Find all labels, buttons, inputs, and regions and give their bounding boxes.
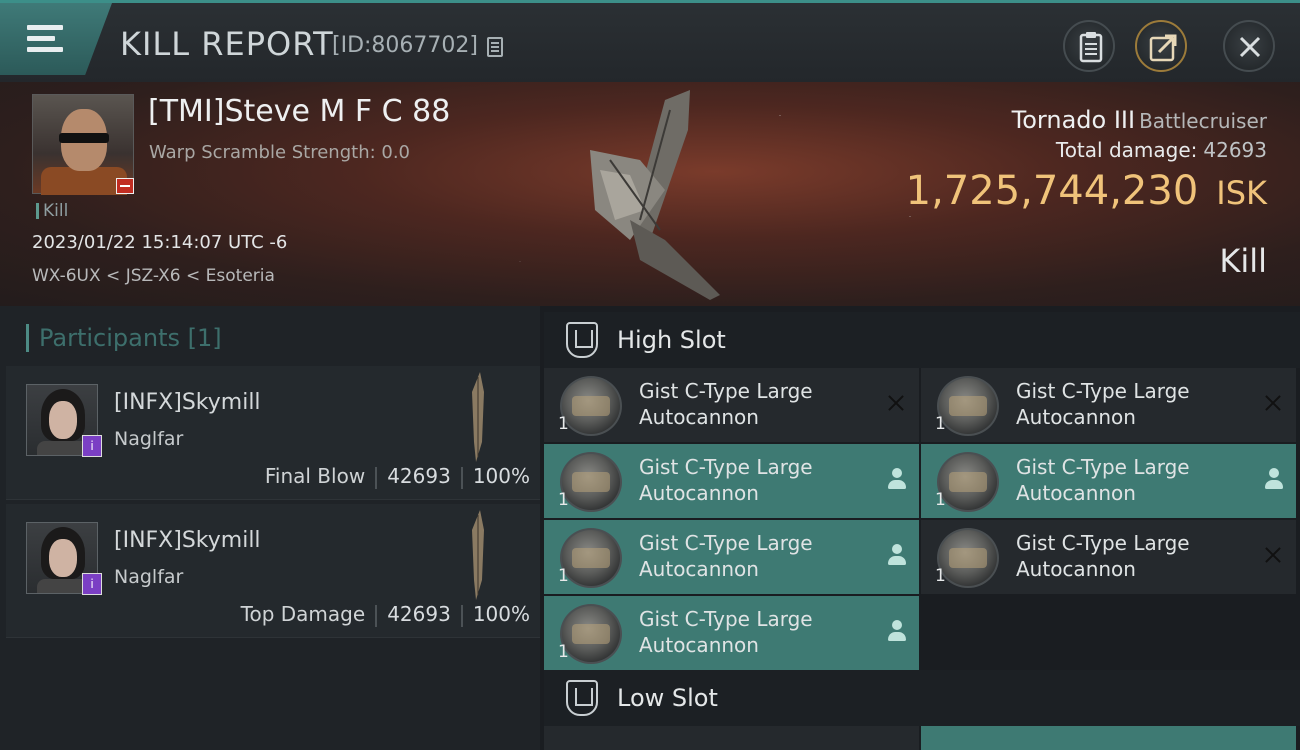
autocannon-icon (937, 528, 999, 588)
item-name: Gist C-Type Large Autocannon (639, 607, 813, 657)
slot-item[interactable]: 1 Gist C-Type Large Autocannon (544, 596, 919, 670)
item-name: Gist C-Type Large Autocannon (639, 455, 813, 505)
item-quantity: 1 (558, 642, 569, 662)
victim-name[interactable]: [TMI]Steve M F C 88 (148, 94, 450, 129)
high-slot-header: High Slot (544, 312, 1300, 368)
slot-item[interactable]: 1 Gist C-Type Large Autocannon (921, 444, 1296, 518)
autocannon-icon (560, 376, 622, 436)
total-damage: Total damage: 42693 (1055, 138, 1267, 162)
dropped-person-icon (887, 620, 907, 642)
item-name: Gist C-Type Large Autocannon (1016, 531, 1190, 581)
report-id: [ID:8067702] (332, 33, 478, 58)
close-button[interactable] (1223, 20, 1275, 72)
slot-item-partial[interactable] (544, 726, 919, 750)
slot-item[interactable]: 1 Gist C-Type Large Autocannon (921, 368, 1296, 442)
participant-row[interactable]: i [INFX]Skymill Naglfar Top Damage 42693 1… (6, 504, 540, 638)
participant-row[interactable]: i [INFX]Skymill Naglfar Final Blow 42693 1… (6, 366, 540, 500)
participant-ship: Naglfar (114, 428, 184, 450)
copy-icon[interactable] (487, 37, 503, 57)
participant-ship: Naglfar (114, 566, 184, 588)
dropped-person-icon (887, 468, 907, 490)
participant-name[interactable]: [INFX]Skymill (114, 528, 261, 553)
shield-icon (566, 322, 598, 358)
dropped-person-icon (1264, 468, 1284, 490)
page-title: KILL REPORT (120, 25, 334, 63)
dropped-person-icon (887, 544, 907, 566)
autocannon-icon (560, 528, 622, 588)
corp-badge-icon: i (82, 435, 102, 457)
high-slot-title: High Slot (617, 326, 726, 354)
participant-ship-icon (472, 372, 484, 462)
kill-datetime: 2023/01/22 15:14:07 UTC -6 (32, 232, 288, 253)
kill-location[interactable]: WX-6UX < JSZ-X6 < Esoteria (32, 266, 275, 286)
victim-panel: [TMI]Steve M F C 88 Warp Scramble Streng… (0, 82, 1300, 306)
shield-icon (566, 680, 598, 716)
slot-item[interactable]: 1 Gist C-Type Large Autocannon (544, 520, 919, 594)
kill-tag: Kill (36, 203, 68, 220)
item-quantity: 1 (935, 414, 946, 434)
destroyed-x-icon (1262, 544, 1284, 566)
slot-item[interactable]: 1 Gist C-Type Large Autocannon (544, 444, 919, 518)
menu-icon (27, 25, 63, 53)
share-icon (1149, 34, 1177, 62)
menu-button[interactable] (0, 3, 112, 75)
warp-scramble-strength: Warp Scramble Strength: 0.0 (149, 142, 411, 163)
participant-name[interactable]: [INFX]Skymill (114, 390, 261, 415)
item-name: Gist C-Type Large Autocannon (1016, 455, 1190, 505)
isk-value: 1,725,744,230 ISK (905, 168, 1267, 214)
item-name: Gist C-Type Large Autocannon (639, 379, 813, 429)
ship-image[interactable] (570, 90, 740, 300)
participant-ship-icon (472, 510, 484, 600)
clipboard-button[interactable] (1063, 20, 1115, 72)
autocannon-icon (937, 376, 999, 436)
ship-class: Battlecruiser (1139, 109, 1267, 133)
item-quantity: 1 (558, 566, 569, 586)
item-name: Gist C-Type Large Autocannon (1016, 379, 1190, 429)
header-bar: KILL REPORT [ID:8067702] (0, 0, 1300, 82)
autocannon-icon (937, 452, 999, 512)
item-quantity: 1 (558, 490, 569, 510)
item-quantity: 1 (935, 566, 946, 586)
loss-badge (116, 178, 134, 194)
low-slot-header: Low Slot (544, 670, 1300, 726)
participant-stats: Final Blow 42693 100% (264, 464, 530, 489)
participants-header: Participants [1] (26, 324, 222, 352)
slot-item[interactable]: 1 Gist C-Type Large Autocannon (921, 520, 1296, 594)
result-label: Kill (1219, 242, 1267, 280)
fitting-panel: High Slot 1 Gist C-Type Large Autocannon… (540, 306, 1300, 750)
close-icon (1239, 36, 1261, 58)
item-name: Gist C-Type Large Autocannon (639, 531, 813, 581)
low-slot-title: Low Slot (617, 684, 718, 712)
corp-badge-icon: i (82, 573, 102, 595)
participants-panel: Participants [1] i [INFX]Skymill Naglfar… (0, 306, 540, 750)
item-quantity: 1 (935, 490, 946, 510)
item-quantity: 1 (558, 414, 569, 434)
autocannon-icon (560, 452, 622, 512)
destroyed-x-icon (885, 392, 907, 414)
share-button[interactable] (1135, 20, 1187, 72)
ship-name[interactable]: Tornado III Battlecruiser (1012, 106, 1267, 134)
slot-item-partial[interactable] (921, 726, 1296, 750)
destroyed-x-icon (1262, 392, 1284, 414)
autocannon-icon (560, 604, 622, 664)
slot-item[interactable]: 1 Gist C-Type Large Autocannon (544, 368, 919, 442)
participant-stats: Top Damage 42693 100% (240, 602, 530, 627)
clipboard-icon (1079, 32, 1103, 63)
